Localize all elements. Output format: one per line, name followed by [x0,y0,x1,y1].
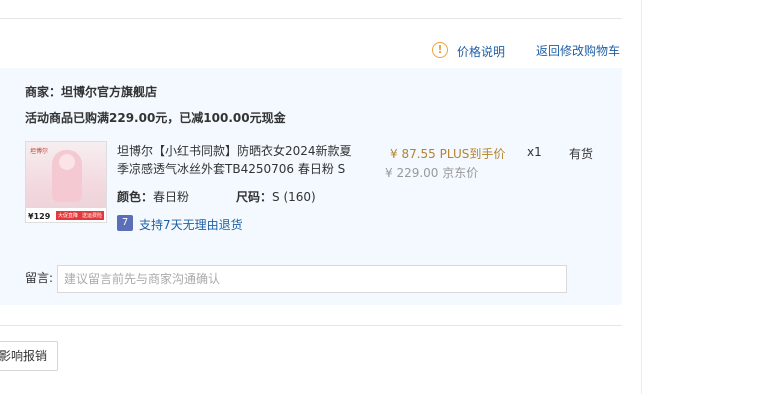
product-size: 尺码：S (160) [236,188,316,205]
price-explain-link[interactable]: 价格说明 [457,43,505,60]
warning-icon: ! [432,42,448,58]
quantity: x1 [527,145,542,159]
shop-name: 商家：坦博尔官方旗舰店 [25,85,158,99]
thumbnail-badge-sale: 大促直降 [56,211,81,220]
back-to-cart-link[interactable]: 返回修改购物车 [536,42,620,59]
stock-status: 有货 [569,147,594,161]
thumbnail-price: ¥129 [28,212,51,221]
message-label: 留言: [25,271,54,285]
product-title[interactable]: 坦博尔【小红书同款】防晒衣女2024新款夏 季凉感透气冰丝外套TB4250706… [117,142,357,178]
message-input[interactable] [57,265,567,293]
reimbursement-button[interactable]: 影响报销 [0,341,58,371]
product-title-line1: 坦博尔【小红书同款】防晒衣女2024新款夏 [117,144,352,158]
right-divider [641,0,642,394]
seven-day-return-icon: 7 [117,215,133,231]
size-value: S (160) [272,190,316,204]
promotion-text: 活动商品已购满229.00元，已减100.00元现金 [25,111,286,125]
color-key: 颜色： [117,190,154,204]
thumbnail-brand: 坦博尔 [30,148,49,155]
product-thumbnail[interactable]: 坦博尔 ¥129 大促直降 送运费险 [25,141,107,223]
top-links: ! 价格说明 返回修改购物车 [432,42,632,60]
order-shop-panel: 商家：坦博尔官方旗舰店 活动商品已购满229.00元，已减100.00元现金 坦… [0,68,622,305]
return-policy-text: 支持7天无理由退货 [139,218,243,232]
product-color: 颜色：春日粉 [117,188,189,205]
jd-price: ¥ 229.00 京东价 [385,166,479,180]
section-divider-top [0,18,622,19]
size-key: 尺码： [236,190,273,204]
plus-price: ¥ 87.55 PLUS到手价 [390,147,506,161]
section-divider-bottom [0,325,622,326]
color-value: 春日粉 [153,190,190,204]
product-title-line2: 季凉感透气冰丝外套TB4250706 春日粉 S [117,162,346,176]
thumbnail-badge-shipping: 送运费险 [80,211,105,220]
thumbnail-face [59,154,75,170]
